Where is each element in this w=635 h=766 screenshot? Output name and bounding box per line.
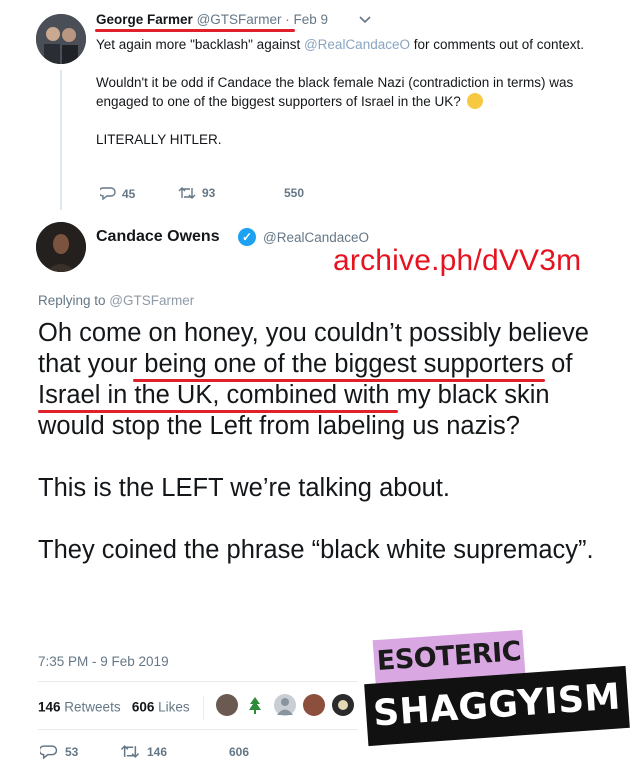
mention-link[interactable]: @RealCandaceO xyxy=(304,37,410,52)
text-segment: for comments out of context. xyxy=(409,37,585,52)
tweet-paragraph: This is the LEFT we’re talking about. xyxy=(38,474,450,502)
archive-link-annotation: archive.ph/dVV3m xyxy=(333,244,582,277)
reply-count: 53 xyxy=(65,745,79,759)
author-handle[interactable]: @GTSFarmer xyxy=(197,12,282,27)
tweet-paragraph: Wouldn't it be odd if Candace the black … xyxy=(96,73,596,111)
engagement-stats: 146 Retweets 606 Likes xyxy=(38,696,212,720)
liker-avatar[interactable] xyxy=(274,694,296,716)
stat-label: Retweets xyxy=(64,699,121,715)
heart-icon xyxy=(262,186,278,200)
stat-label: Likes xyxy=(158,699,190,715)
like-action[interactable]: 606 xyxy=(204,744,249,759)
liker-avatar[interactable] xyxy=(216,694,238,716)
stat-number: 146 xyxy=(38,699,61,715)
tweet-timestamp[interactable]: 7:35 PM - 9 Feb 2019 xyxy=(38,654,169,669)
reply-action[interactable]: 45 xyxy=(100,186,135,201)
red-underline-annotation xyxy=(133,379,545,382)
replying-handle-link[interactable]: @GTSFarmer xyxy=(109,293,194,308)
retweets-stat[interactable]: 146 Retweets xyxy=(38,700,121,715)
likes-stat[interactable]: 606 Likes xyxy=(132,700,190,715)
candace-owens-avatar[interactable] xyxy=(36,222,86,272)
like-action[interactable]: 550 xyxy=(262,186,304,200)
liker-avatar[interactable] xyxy=(332,694,354,716)
quoted-tweet-text: Yet again more "backlash" against @RealC… xyxy=(96,35,596,168)
like-count: 550 xyxy=(284,186,305,200)
red-underline-annotation xyxy=(95,29,295,32)
retweet-icon xyxy=(120,745,140,758)
reply-icon xyxy=(100,187,116,201)
tweet-paragraph: Yet again more "backlash" against @RealC… xyxy=(96,35,596,54)
divider xyxy=(38,681,358,682)
george-farmer-avatar[interactable] xyxy=(36,14,86,64)
author-name[interactable]: Candace Owens xyxy=(96,228,220,246)
like-count: 606 xyxy=(229,744,250,759)
thinking-emoji-icon xyxy=(466,93,483,109)
text-segment: Wouldn't it be odd if Candace the black … xyxy=(96,75,574,109)
reply-icon xyxy=(40,745,58,760)
liker-avatar[interactable] xyxy=(244,694,266,716)
thread-line xyxy=(60,70,62,210)
chevron-down-icon[interactable] xyxy=(358,13,372,28)
author-name[interactable]: George Farmer xyxy=(96,12,193,27)
retweet-count: 93 xyxy=(202,186,216,200)
verified-icon: ✓ xyxy=(238,228,256,246)
retweet-action[interactable]: 146 xyxy=(120,744,167,759)
retweet-icon xyxy=(178,187,196,199)
retweet-count: 146 xyxy=(147,744,168,759)
retweet-action[interactable]: 93 xyxy=(178,186,215,200)
main-tweet-text: Oh come on honey, you couldn’t possibly … xyxy=(38,318,608,597)
replying-label: Replying to xyxy=(38,293,110,308)
text-segment: Yet again more "backlash" against xyxy=(96,37,304,52)
heart-icon xyxy=(205,744,221,759)
tweet-paragraph: They coined the phrase “black white supr… xyxy=(38,536,594,564)
tweet-date[interactable]: · Feb 9 xyxy=(285,12,328,27)
divider xyxy=(203,696,205,720)
divider xyxy=(38,729,358,730)
reply-action[interactable]: 53 xyxy=(40,744,78,760)
liker-avatar[interactable] xyxy=(303,694,325,716)
replying-to: Replying to @GTSFarmer xyxy=(38,293,194,308)
quoted-tweet-header: George Farmer @GTSFarmer · Feb 9 xyxy=(96,12,328,27)
author-handle[interactable]: @RealCandaceO xyxy=(263,230,369,245)
stat-number: 606 xyxy=(131,699,155,715)
red-underline-annotation xyxy=(38,410,398,413)
reply-count: 45 xyxy=(122,186,136,201)
tweet-paragraph: LITERALLY HITLER. xyxy=(96,132,222,147)
